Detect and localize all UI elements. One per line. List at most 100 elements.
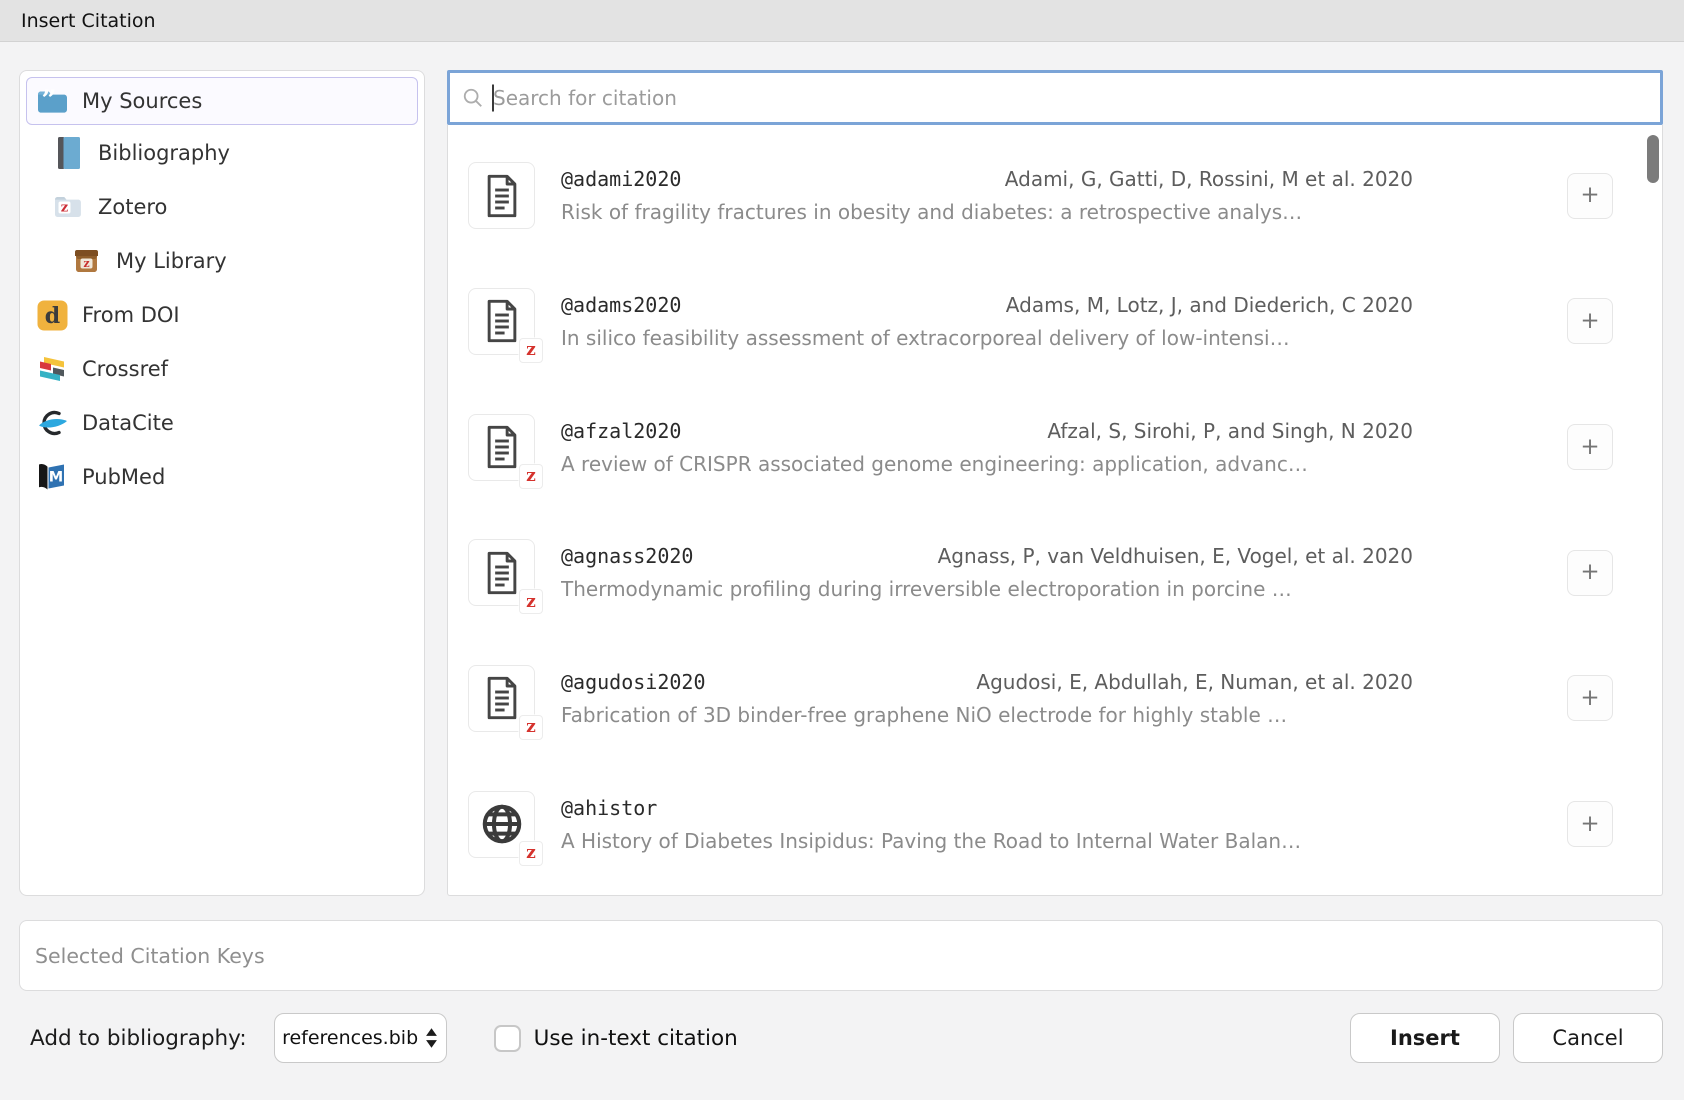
bibliography-file-select[interactable]: references.bib (274, 1013, 447, 1063)
citation-key: @agudosi2020 (561, 670, 706, 694)
citation-row[interactable]: @adami2020 Adami, G, Gatti, D, Rossini, … (448, 162, 1662, 229)
citation-key: @adams2020 (561, 293, 681, 317)
citation-key: @adami2020 (561, 167, 681, 191)
sidebar-item-label: My Library (116, 249, 227, 273)
pubmed-icon: M (35, 460, 69, 494)
sources-sidebar: ” My Sources Bibliography z Zotero z My … (19, 70, 425, 896)
zotero-badge: z (519, 464, 543, 489)
citation-text: @adami2020 Adami, G, Gatti, D, Rossini, … (561, 167, 1413, 224)
citation-text: @agudosi2020 Agudosi, E, Abdullah, E, Nu… (561, 670, 1413, 727)
sidebar-item-zotero[interactable]: z Zotero (26, 181, 418, 233)
scrollbar-thumb[interactable] (1647, 135, 1659, 183)
add-citation-button[interactable]: + (1567, 298, 1613, 344)
sidebar-item-datacite[interactable]: DataCite (26, 397, 418, 449)
sidebar-item-label: PubMed (82, 465, 165, 489)
svg-text:z: z (61, 201, 68, 216)
citation-text: @agnass2020 Agnass, P, van Veldhuisen, E… (561, 544, 1413, 601)
citation-icon-box: z (468, 288, 535, 355)
my-library-icon: z (69, 244, 103, 278)
citation-icon-box: z (468, 665, 535, 732)
dialog-footer: Add to bibliography: references.bib Use … (19, 1013, 1663, 1063)
zotero-badge: z (519, 338, 543, 363)
sidebar-item-label: My Sources (82, 89, 202, 113)
search-box (447, 70, 1663, 125)
add-to-bibliography-label: Add to bibliography: (30, 1026, 247, 1051)
crossref-icon (35, 352, 69, 386)
document-icon (481, 297, 523, 345)
citation-icon-box: z (468, 414, 535, 481)
citation-authors: Adams, M, Lotz, J, and Diederich, C 2020 (1006, 293, 1413, 317)
zotero-icon: z (51, 190, 85, 224)
select-arrows-icon (425, 1027, 438, 1049)
citation-row[interactable]: z @afzal2020 Afzal, S, Sirohi, P, and Si… (448, 414, 1662, 481)
sidebar-item-my-library[interactable]: z My Library (26, 235, 418, 287)
selected-keys-placeholder: Selected Citation Keys (35, 944, 265, 968)
sidebar-item-my-sources[interactable]: ” My Sources (26, 77, 418, 125)
citation-search-area: @adami2020 Adami, G, Gatti, D, Rossini, … (447, 70, 1663, 896)
insert-button[interactable]: Insert (1350, 1013, 1500, 1063)
document-icon (481, 172, 523, 220)
sidebar-item-bibliography[interactable]: Bibliography (26, 127, 418, 179)
sidebar-item-label: Zotero (98, 195, 167, 219)
citation-text: @adams2020 Adams, M, Lotz, J, and Dieder… (561, 293, 1413, 350)
citation-authors: Afzal, S, Sirohi, P, and Singh, N 2020 (1047, 419, 1413, 443)
citation-text: @ahistor A History of Diabetes Insipidus… (561, 796, 1413, 853)
sidebar-item-label: From DOI (82, 303, 180, 327)
add-citation-button[interactable]: + (1567, 424, 1613, 470)
citation-title: Risk of fragility fractures in obesity a… (561, 200, 1413, 224)
citation-authors: Adami, G, Gatti, D, Rossini, M et al. 20… (1005, 167, 1413, 191)
citation-authors: Agnass, P, van Veldhuisen, E, Vogel, et … (938, 544, 1413, 568)
svg-text:”: ” (41, 86, 56, 116)
citation-row[interactable]: z @adams2020 Adams, M, Lotz, J, and Died… (448, 288, 1662, 355)
document-icon (481, 674, 523, 722)
zotero-badge: z (519, 715, 543, 740)
svg-text:M: M (49, 470, 63, 486)
citation-title: A History of Diabetes Insipidus: Paving … (561, 829, 1413, 853)
citation-row[interactable]: z @ahistor A History of Diabetes Insipid… (448, 791, 1662, 858)
web-icon (479, 801, 525, 847)
use-intext-citation-label: Use in-text citation (534, 1026, 738, 1051)
add-citation-button[interactable]: + (1567, 675, 1613, 721)
search-icon (462, 87, 484, 109)
add-citation-button[interactable]: + (1567, 173, 1613, 219)
citation-text: @afzal2020 Afzal, S, Sirohi, P, and Sing… (561, 419, 1413, 476)
doi-icon: d (35, 298, 69, 332)
search-input[interactable] (493, 86, 1648, 110)
citation-title: Fabrication of 3D binder-free graphene N… (561, 703, 1413, 727)
selected-citation-keys-field[interactable]: Selected Citation Keys (19, 920, 1663, 991)
dialog-titlebar: Insert Citation (0, 0, 1684, 42)
citation-title: In silico feasibility assessment of extr… (561, 326, 1413, 350)
add-citation-button[interactable]: + (1567, 550, 1613, 596)
citation-icon-box: z (468, 791, 535, 858)
sidebar-item-label: DataCite (82, 411, 174, 435)
citation-title: A review of CRISPR associated genome eng… (561, 452, 1413, 476)
add-citation-button[interactable]: + (1567, 801, 1613, 847)
document-icon (481, 423, 523, 471)
citation-row[interactable]: z @agnass2020 Agnass, P, van Veldhuisen,… (448, 539, 1662, 606)
svg-text:d: d (44, 303, 59, 329)
sidebar-item-pubmed[interactable]: M PubMed (26, 451, 418, 503)
bibliography-icon (51, 136, 85, 170)
citation-icon-box: z (468, 539, 535, 606)
document-icon (481, 549, 523, 597)
citation-row[interactable]: z @agudosi2020 Agudosi, E, Abdullah, E, … (448, 665, 1662, 732)
cancel-button[interactable]: Cancel (1513, 1013, 1663, 1063)
citation-results-list: @adami2020 Adami, G, Gatti, D, Rossini, … (447, 125, 1663, 896)
dialog-title: Insert Citation (21, 10, 156, 32)
zotero-badge: z (519, 841, 543, 866)
zotero-badge: z (519, 589, 543, 614)
my-sources-icon: ” (35, 84, 69, 118)
citation-key: @ahistor (561, 796, 657, 820)
datacite-icon (35, 406, 69, 440)
citation-authors: Agudosi, E, Abdullah, E, Numan, et al. 2… (976, 670, 1413, 694)
sidebar-item-crossref[interactable]: Crossref (26, 343, 418, 395)
citation-title: Thermodynamic profiling during irreversi… (561, 577, 1413, 601)
svg-text:z: z (83, 257, 89, 270)
bibliography-file-value: references.bib (282, 1027, 418, 1049)
citation-icon-box (468, 162, 535, 229)
sidebar-item-from-doi[interactable]: d From DOI (26, 289, 418, 341)
sidebar-item-label: Bibliography (98, 141, 230, 165)
citation-key: @agnass2020 (561, 544, 693, 568)
text-caret (492, 84, 494, 111)
use-intext-citation-checkbox[interactable] (494, 1025, 521, 1052)
